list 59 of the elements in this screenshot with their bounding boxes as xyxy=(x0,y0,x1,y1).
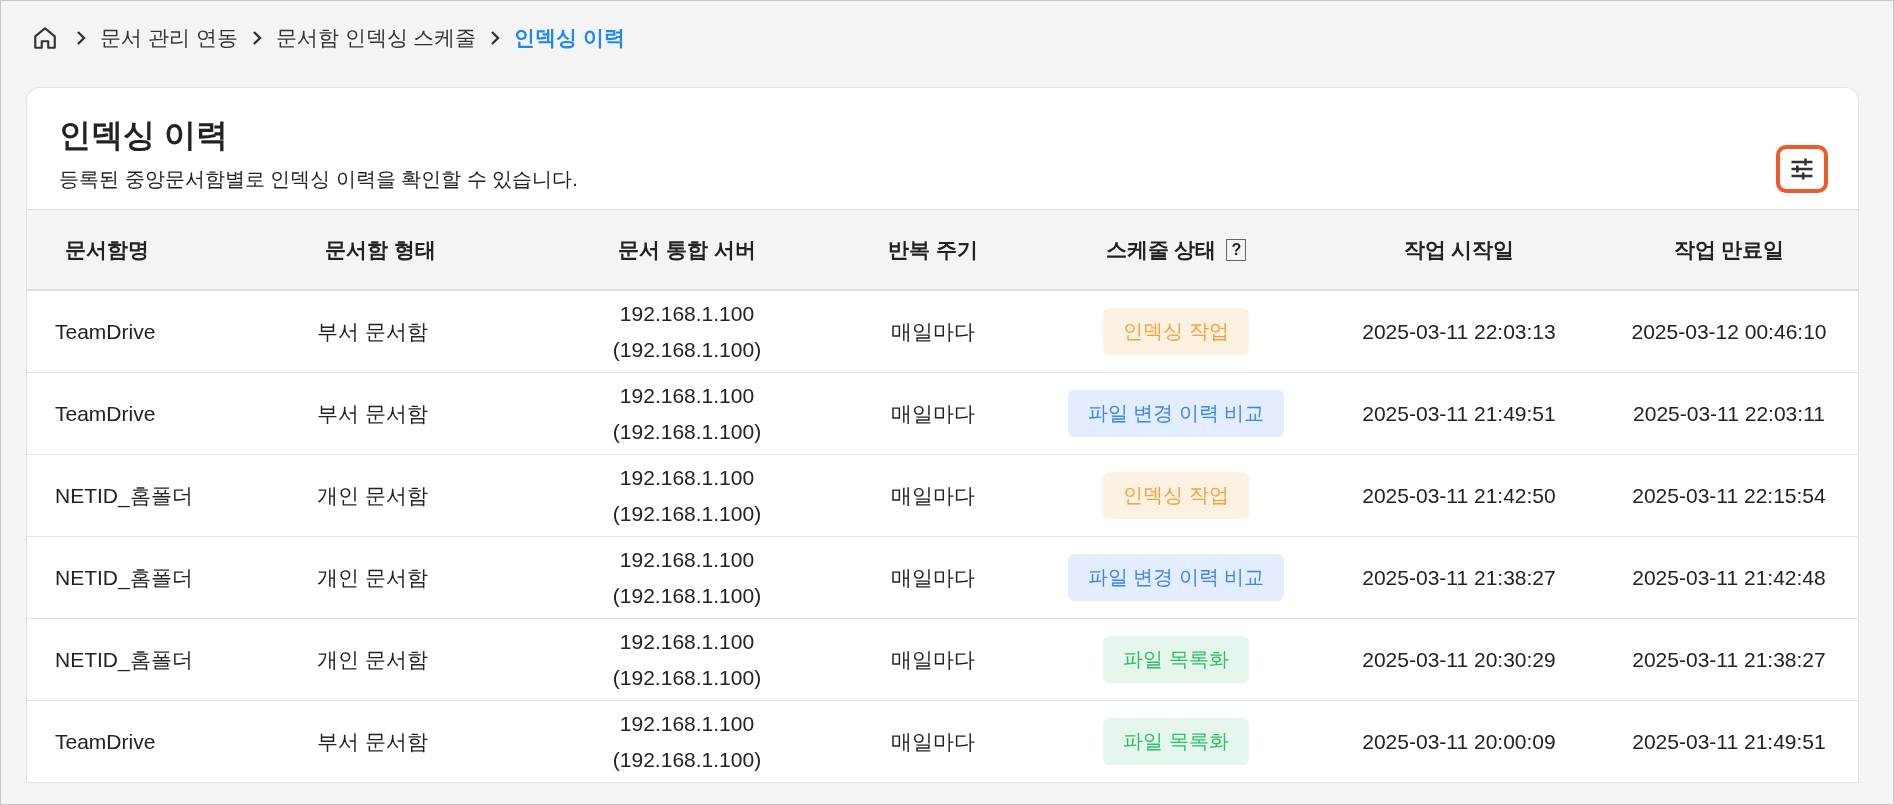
table-cell-text: 개인 문서함 xyxy=(317,564,428,591)
table-cell: TeamDrive xyxy=(55,401,156,426)
table-cell-text: 192.168.1.100 (192.168.1.100) xyxy=(611,710,763,773)
table-cell-text: 매일마다 xyxy=(891,728,975,755)
table-cell: 2025-03-11 20:00:09 xyxy=(1362,729,1556,754)
page-description: 등록된 중앙문서함별로 인덱싱 이력을 확인할 수 있습니다. xyxy=(59,167,578,192)
table-cell-text: 192.168.1.100 (192.168.1.100) xyxy=(611,300,763,363)
column-header: 작업 만료일 xyxy=(1673,236,1785,263)
table-cell: 2025-03-11 21:49:51 xyxy=(1362,401,1556,426)
table-cell: 2025-03-11 22:15:54 xyxy=(1632,483,1826,508)
table-cell: 2025-03-11 22:03:13 xyxy=(1362,319,1556,344)
status-badge: 인덱싱 작업 xyxy=(1103,308,1249,355)
table-cell-text: 192.168.1.100 (192.168.1.100) xyxy=(611,546,763,609)
chevron-icon xyxy=(76,30,86,46)
table-cell-text: 개인 문서함 xyxy=(317,646,428,673)
table-cell-text: 매일마다 xyxy=(891,318,975,345)
breadcrumb-link[interactable]: 문서함 인덱싱 스케줄 xyxy=(275,24,477,52)
table-cell-text: NETID_홈폴더 xyxy=(55,564,193,592)
table-cell: 2025-03-11 21:42:48 xyxy=(1632,565,1826,590)
table-cell-text: 매일마다 xyxy=(891,646,975,673)
table-cell: 2025-03-12 00:46:10 xyxy=(1631,319,1827,344)
table-cell: TeamDrive xyxy=(55,729,156,754)
column-header: 문서함명 xyxy=(65,236,149,263)
page-title: 인덱싱 이력 xyxy=(59,116,229,155)
filter-settings-button[interactable] xyxy=(1776,145,1828,193)
table-cell-text: 192.168.1.100 (192.168.1.100) xyxy=(611,382,763,445)
table-cell-text: 192.168.1.100 (192.168.1.100) xyxy=(611,464,763,527)
status-badge: 파일 변경 이력 비교 xyxy=(1067,390,1285,437)
table-cell-text: 부서 문서함 xyxy=(317,728,428,755)
home-icon[interactable] xyxy=(32,25,58,51)
table-cell-text: 매일마다 xyxy=(891,400,975,427)
column-header: 문서함 형태 xyxy=(325,236,436,263)
column-header: 스케줄 상태 xyxy=(1105,236,1217,263)
column-header: 반복 주기 xyxy=(888,236,978,263)
help-icon[interactable]: ? xyxy=(1226,238,1247,261)
table-cell-text: NETID_홈폴더 xyxy=(55,646,193,674)
column-header: 문서 통합 서버 xyxy=(618,236,756,263)
table-cell-text: 부서 문서함 xyxy=(317,318,428,345)
table-cell-text: 매일마다 xyxy=(891,564,975,591)
status-badge: 파일 목록화 xyxy=(1103,718,1249,765)
status-badge: 인덱싱 작업 xyxy=(1103,472,1249,519)
table-cell: 2025-03-11 21:49:51 xyxy=(1632,729,1826,754)
table-cell-text: 192.168.1.100 (192.168.1.100) xyxy=(611,628,763,691)
chevron-icon xyxy=(251,30,262,46)
status-badge: 파일 변경 이력 비교 xyxy=(1067,554,1285,601)
table-cell-text: 매일마다 xyxy=(891,482,975,509)
chevron-icon xyxy=(490,30,501,46)
status-badge: 파일 목록화 xyxy=(1103,636,1249,683)
table-cell: 2025-03-11 21:42:50 xyxy=(1362,483,1556,508)
table-cell: 2025-03-11 20:30:29 xyxy=(1362,647,1556,672)
table-cell-text: 부서 문서함 xyxy=(317,400,428,427)
table-cell-text: 개인 문서함 xyxy=(317,482,428,509)
column-header: 작업 시작일 xyxy=(1403,236,1515,263)
table-cell: 2025-03-11 21:38:27 xyxy=(1362,565,1556,590)
table-cell: TeamDrive xyxy=(55,319,156,344)
breadcrumb-link[interactable]: 문서 관리 연동 xyxy=(100,24,238,52)
table-cell-text: NETID_홈폴더 xyxy=(55,482,193,510)
table-cell: 2025-03-11 22:03:11 xyxy=(1633,401,1825,426)
table-cell: 2025-03-11 21:38:27 xyxy=(1632,647,1826,672)
